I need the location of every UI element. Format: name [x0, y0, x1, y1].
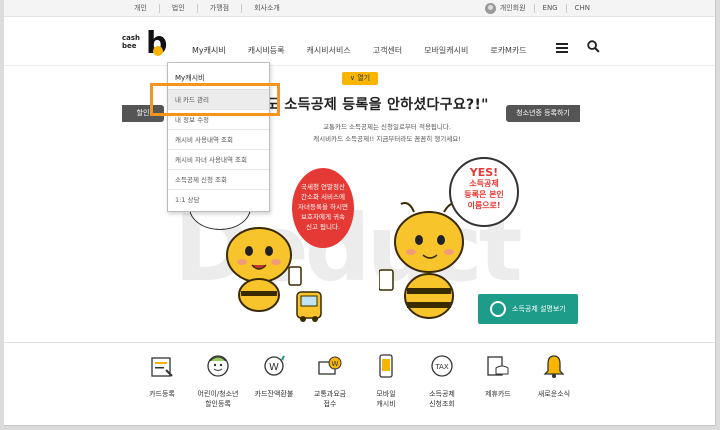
account-area: 개인회원 ENG CHN	[484, 3, 598, 14]
cashbee-logo[interactable]: cash bee b	[122, 29, 172, 61]
quick-label-2: 캐시비	[376, 400, 396, 408]
red-bubble-line: 국세청 연말정산	[301, 183, 345, 191]
quick-label: 모바일	[376, 390, 396, 398]
header-divider	[4, 65, 715, 66]
quick-menu: 카드등록 어린이/청소년 할인등록 W 카드잔액환불 W 교통과요금 접수 모바…	[134, 352, 582, 409]
menu-item-1on1[interactable]: 1:1 상담	[168, 190, 269, 210]
red-bubble-line: 자녀등록을 하시면	[298, 203, 348, 211]
bus-icon	[296, 291, 322, 322]
dropdown-header: My캐시비	[168, 63, 269, 90]
refund-icon: W	[264, 355, 285, 376]
menu-item-tax-deduction[interactable]: 소득공제 신청 조회	[168, 170, 269, 190]
yes-bubble-line: 이름으로!	[467, 201, 501, 210]
lang-chn[interactable]: CHN	[565, 4, 598, 13]
menu-item-card-manage[interactable]: 내 카드 관리	[168, 90, 269, 110]
hero-subtext: 교통카드 소득공제는 신청일로부터 적용됩니다. 캐시비카드 소득공제!! 지금…	[310, 121, 464, 145]
link-corporate[interactable]: 법인	[158, 4, 197, 13]
quick-label-2: 신청조회	[429, 400, 455, 408]
quick-refund[interactable]: W 카드잔액환불	[246, 352, 302, 409]
link-company[interactable]: 회사소개	[241, 4, 292, 13]
quick-label: 새로운소식	[537, 390, 571, 398]
link-personal[interactable]: 개인	[122, 4, 159, 13]
quick-card-register[interactable]: 카드등록	[134, 352, 190, 409]
quick-tax[interactable]: TAX 소득공제 신청조회	[414, 352, 470, 409]
fare-icon: W	[318, 356, 342, 375]
discount-tab[interactable]: 할인	[122, 105, 164, 122]
nav-cashbee-register[interactable]: 캐시비등록	[248, 45, 285, 56]
logo-text: cash bee	[122, 34, 141, 50]
quick-label: 소득공제	[429, 390, 455, 398]
child-discount-icon	[207, 355, 229, 377]
quick-menu-divider	[4, 342, 715, 343]
nav-cashbee-service[interactable]: 캐시비서비스	[307, 45, 351, 56]
quick-label-2: 할인등록	[205, 400, 231, 408]
red-bubble-line: 신고 됩니다.	[305, 223, 341, 231]
menu-item-child-usage[interactable]: 캐시비 자녀 사용내역 조회	[168, 150, 269, 170]
lang-eng[interactable]: ENG	[533, 4, 566, 13]
quick-label-2: 접수	[323, 400, 337, 408]
red-bubble-line: 보호자에게 귀속	[301, 213, 345, 221]
link-merchant[interactable]: 가맹점	[196, 4, 241, 13]
main-nav: My캐시비 캐시비등록 캐시비서비스 고객센터 모바일캐시비 로카M카드	[192, 45, 549, 56]
yes-bubble-line: 등록은 본인	[464, 190, 504, 199]
quick-mobile[interactable]: 모바일 캐시비	[358, 352, 414, 409]
member-type-links: 개인 법인 가맹점 회사소개	[122, 4, 292, 13]
utility-bar: 개인 법인 가맹점 회사소개 개인회원 ENG CHN	[4, 0, 715, 17]
quick-partner-card[interactable]: 제휴카드	[470, 352, 526, 409]
hero-sub-line1: 교통카드 소득공제는 신청일로부터 적용됩니다.	[323, 123, 451, 131]
page-frame: 개인 법인 가맹점 회사소개 개인회원 ENG CHN cash bee b My…	[4, 0, 716, 426]
youth-register-tab[interactable]: 청소년증 등록하기	[506, 105, 580, 122]
header: cash bee b	[4, 18, 715, 66]
quick-label: 제휴카드	[485, 390, 511, 398]
quick-news[interactable]: 새로운소식	[526, 352, 582, 409]
quick-label: 어린이/청소년	[197, 390, 239, 398]
news-icon	[543, 355, 565, 378]
yes-text: YES!	[469, 166, 499, 179]
nav-my-cashbee[interactable]: My캐시비	[192, 45, 226, 56]
hero-sub-line2: 캐시비카드 소득공제!! 지금부터라도 꼼꼼히 챙기세요!	[313, 135, 461, 143]
chat-icon	[490, 301, 506, 317]
quick-label: 교통과요금	[313, 390, 347, 398]
quick-fare[interactable]: W 교통과요금 접수	[302, 352, 358, 409]
hero-headline: 도 소득공제 등록을 안하셨다구요?!"	[266, 97, 489, 113]
menu-icon[interactable]	[556, 43, 568, 53]
account-label[interactable]: 개인회원	[500, 4, 534, 13]
speech-bubble-red: 국세청 연말정산 간소화 서비스에 자녀등록을 하시면 보호자에게 귀속 신고 …	[292, 168, 354, 248]
menu-item-usage-history[interactable]: 캐시비 사용내역 조회	[168, 130, 269, 150]
partner-card-icon	[487, 356, 509, 376]
speech-bubble-yes: YES! 소득공제 등록은 본인 이름으로!	[449, 157, 519, 227]
quick-label: 카드등록	[149, 390, 175, 398]
card-register-icon	[151, 357, 173, 377]
my-cashbee-dropdown: My캐시비 내 카드 관리 내 정보 수정 캐시비 사용내역 조회 캐시비 자녀…	[167, 62, 270, 212]
quick-label: 카드잔액환불	[254, 390, 294, 398]
guide-button-label: 소득공제 설명보기	[512, 305, 566, 313]
search-icon[interactable]	[587, 40, 600, 53]
open-toggle-button[interactable]: ∨ 열기	[342, 72, 378, 85]
tax-icon: TAX	[431, 355, 453, 377]
svg-text:W: W	[332, 360, 339, 368]
svg-text:W: W	[269, 362, 279, 373]
quick-child-discount[interactable]: 어린이/청소년 할인등록	[190, 352, 246, 409]
logo-dot	[153, 46, 163, 56]
nav-customer-center[interactable]: 고객센터	[373, 45, 402, 56]
svg-text:TAX: TAX	[434, 363, 449, 371]
user-icon	[484, 3, 496, 14]
tax-deduction-guide-button[interactable]: 소득공제 설명보기	[478, 294, 578, 324]
nav-mobile-cashbee[interactable]: 모바일캐시비	[424, 45, 468, 56]
yes-bubble-line: 소득공제	[469, 179, 499, 188]
nav-loca-m-card[interactable]: 로카M카드	[490, 45, 526, 56]
mobile-icon	[379, 354, 393, 378]
menu-item-edit-info[interactable]: 내 정보 수정	[168, 110, 269, 130]
red-bubble-line: 간소화 서비스에	[301, 193, 345, 201]
